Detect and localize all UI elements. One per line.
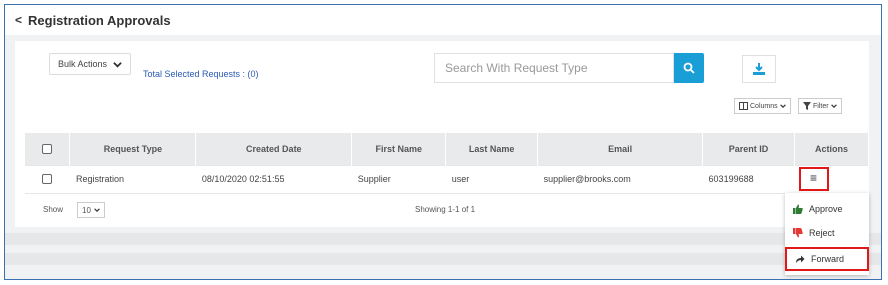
chevron-down-icon xyxy=(94,208,100,213)
columns-label: Columns xyxy=(750,102,778,110)
hamburger-menu-icon[interactable]: ≡ xyxy=(798,167,829,191)
row-select-cell xyxy=(25,164,70,194)
menu-item-approve[interactable]: Approve xyxy=(785,197,869,221)
cell-created-date: 08/10/2020 02:51:55 xyxy=(195,164,352,194)
row-actions-menu: Approve Reject Forward xyxy=(785,193,869,275)
chevron-down-icon xyxy=(113,61,122,68)
cell-request-type: Registration xyxy=(69,164,196,194)
download-button[interactable] xyxy=(742,55,776,83)
divider-band xyxy=(5,233,881,245)
menu-item-label: Forward xyxy=(811,254,845,264)
search-input[interactable]: Search With Request Type xyxy=(434,53,674,83)
menu-item-reject[interactable]: Reject xyxy=(785,221,869,245)
chevron-down-icon xyxy=(830,104,837,109)
header-last-name[interactable]: Last Name xyxy=(445,133,539,165)
requests-table: Request Type Created Date First Name Las… xyxy=(25,133,869,194)
page-size-value: 10 xyxy=(82,205,91,215)
search-button[interactable] xyxy=(674,53,704,83)
columns-icon xyxy=(739,102,748,110)
header-request-type[interactable]: Request Type xyxy=(69,133,197,165)
filter-label: Filter xyxy=(813,102,829,110)
app-frame: < Registration Approvals Bulk Actions To… xyxy=(4,4,882,280)
menu-item-label: Reject xyxy=(809,228,835,238)
forward-arrow-icon xyxy=(796,255,805,263)
total-selected-text: Total Selected Requests : (0) xyxy=(143,69,259,79)
menu-item-forward[interactable]: Forward xyxy=(785,247,869,271)
select-all-cell xyxy=(25,133,71,165)
table-row: Registration 08/10/2020 02:51:55 Supplie… xyxy=(25,164,869,194)
header-actions: Actions xyxy=(794,133,869,165)
chevron-down-icon xyxy=(779,104,786,109)
table-footer: Show 10 Showing 1-1 of 1 xyxy=(25,193,793,227)
cell-email: supplier@brooks.com xyxy=(537,164,703,194)
cell-parent-id: 603199688 xyxy=(702,164,795,194)
menu-item-label: Approve xyxy=(809,204,843,214)
select-all-checkbox[interactable] xyxy=(42,144,53,155)
table-header-row: Request Type Created Date First Name Las… xyxy=(25,133,869,165)
bulk-actions-dropdown[interactable]: Bulk Actions xyxy=(49,53,132,75)
filter-button[interactable]: Filter xyxy=(798,98,842,114)
pagination-summary: Showing 1-1 of 1 xyxy=(415,205,476,214)
bulk-actions-label: Bulk Actions xyxy=(58,59,108,69)
cell-actions: ≡ xyxy=(794,164,869,194)
header-parent-id[interactable]: Parent ID xyxy=(702,133,795,165)
filter-icon xyxy=(803,102,811,110)
row-checkbox[interactable] xyxy=(42,174,53,185)
back-chevron-icon[interactable]: < xyxy=(15,13,22,27)
cell-last-name: user xyxy=(445,164,538,194)
page-title: Registration Approvals xyxy=(28,12,171,28)
search-icon xyxy=(683,62,695,74)
header-email[interactable]: Email xyxy=(537,133,704,165)
thumbs-up-icon xyxy=(793,204,803,214)
table-panel: Columns Filter Request Type Created Date… xyxy=(15,89,869,227)
download-icon xyxy=(753,63,765,75)
cell-first-name: Supplier xyxy=(351,164,446,194)
divider-band xyxy=(5,253,881,265)
header-first-name[interactable]: First Name xyxy=(351,133,447,165)
toolbar: Bulk Actions Total Selected Requests : (… xyxy=(15,41,869,89)
page-header: < Registration Approvals xyxy=(5,5,881,35)
page-size-select[interactable]: 10 xyxy=(77,202,105,218)
thumbs-down-icon xyxy=(793,228,803,238)
columns-button[interactable]: Columns xyxy=(734,98,791,114)
header-created-date[interactable]: Created Date xyxy=(195,133,353,165)
show-label: Show xyxy=(43,205,64,214)
